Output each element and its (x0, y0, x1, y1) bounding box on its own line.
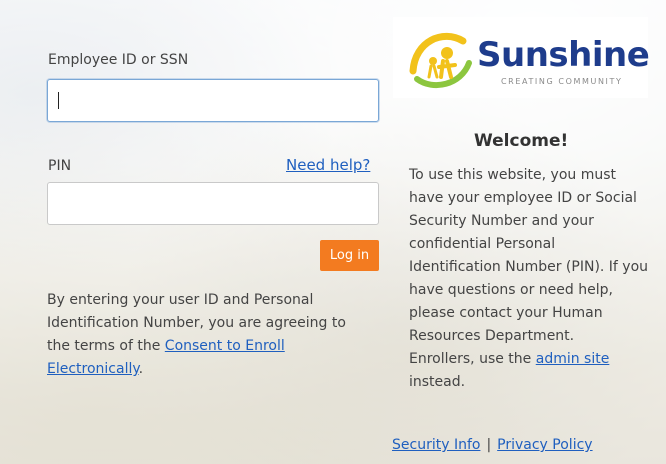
welcome-info: To use this website, you must have your … (409, 164, 649, 394)
enrollers-text-end: instead. (409, 374, 466, 390)
login-button[interactable]: Log in (320, 240, 379, 271)
footer-links: Security Info | Privacy Policy (392, 437, 593, 453)
enrollers-text: Enrollers, use the (409, 351, 536, 367)
sunshine-logo: Sunshine CREATING COMMUNITY (393, 17, 650, 98)
sunshine-logo-icon (409, 33, 472, 89)
footer-separator: | (486, 437, 492, 453)
employee-id-input[interactable] (47, 79, 379, 122)
need-help-link[interactable]: Need help? (286, 156, 370, 174)
logo-name: Sunshine (477, 35, 650, 75)
privacy-policy-link[interactable]: Privacy Policy (497, 437, 592, 453)
logo-tagline: CREATING COMMUNITY (501, 77, 623, 86)
security-info-link[interactable]: Security Info (392, 437, 480, 453)
pin-input[interactable] (47, 182, 379, 225)
pin-label: PIN (48, 158, 72, 174)
text-caret (58, 92, 59, 109)
legal-notice: By entering your user ID and Personal Id… (47, 289, 367, 381)
employee-id-label: Employee ID or SSN (48, 52, 189, 68)
welcome-body: To use this website, you must have your … (409, 167, 649, 344)
legal-text-end: . (138, 361, 144, 377)
welcome-heading: Welcome! (474, 131, 569, 151)
admin-site-link[interactable]: admin site (536, 351, 610, 367)
